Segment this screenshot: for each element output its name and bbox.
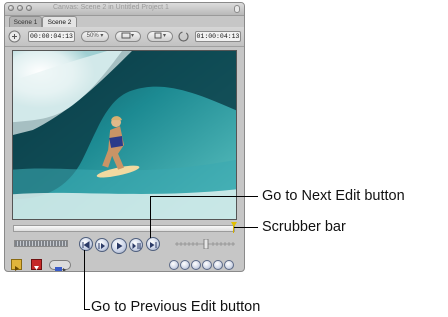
view-popup[interactable] [115, 31, 141, 42]
zoom-value: 50% [86, 33, 99, 39]
view-format-popup-icon [154, 32, 166, 39]
next-edit-leader-horizontal [150, 196, 258, 197]
play-around-current-frame-button[interactable] [129, 238, 143, 252]
shuttle-control[interactable] [14, 240, 68, 247]
previous-edit-leader-vertical [84, 250, 85, 310]
overwrite-button[interactable] [31, 259, 42, 270]
jog-control[interactable] [175, 239, 235, 249]
close-button[interactable] [8, 5, 14, 11]
previous-edit-callout: Go to Previous Edit button [91, 299, 261, 315]
play-button[interactable] [111, 238, 127, 254]
duration-timecode-field[interactable]: 01:00:04:13 [195, 31, 241, 42]
add-keyframe-button[interactable] [180, 260, 190, 270]
view-format-popup[interactable] [147, 31, 173, 42]
toolbar: 00:00:04:13 50% ▾ 01:00:04:13 [5, 27, 244, 47]
replace-icon [55, 267, 66, 271]
tab-label: Scene 1 [13, 19, 38, 26]
scrubber-callout: Scrubber bar [262, 219, 346, 235]
mark-out-button[interactable] [202, 260, 212, 270]
canvas-window: Canvas: Scene 2 in Untitled Project 1 Sc… [4, 2, 245, 272]
title-bar[interactable]: Canvas: Scene 2 in Untitled Project 1 [5, 3, 244, 16]
next-edit-leader-vertical [150, 196, 151, 238]
replace-button[interactable] [49, 260, 71, 271]
add-marker-button[interactable] [169, 260, 179, 270]
tab-scene-2[interactable]: Scene 2 [42, 16, 77, 27]
play-in-to-out-button[interactable] [95, 238, 109, 252]
loop-icon[interactable] [177, 30, 190, 43]
next-edit-icon [150, 242, 157, 248]
window-title: Canvas: Scene 2 in Untitled Project 1 [53, 4, 169, 11]
overwrite-icon [34, 266, 39, 270]
tab-scene-1[interactable]: Scene 1 [9, 16, 42, 27]
video-frame [12, 50, 237, 220]
playhead-sync-icon[interactable] [8, 30, 21, 43]
insert-icon [15, 266, 19, 271]
mark-in-button[interactable] [191, 260, 201, 270]
play-around-icon [132, 243, 141, 249]
next-edit-callout: Go to Next Edit button [262, 188, 405, 204]
overlay-popup-icon [121, 32, 134, 39]
previous-edit-icon [82, 241, 90, 249]
current-timecode-field[interactable]: 00:00:04:13 [28, 31, 75, 42]
play-icon [117, 242, 123, 250]
go-to-previous-edit-button[interactable] [79, 237, 93, 251]
play-in-to-out-icon [98, 243, 105, 249]
toolbar-toggle-button[interactable] [234, 5, 240, 13]
zoom-button[interactable] [26, 5, 32, 11]
match-frame-button[interactable] [224, 260, 234, 270]
insert-button[interactable] [11, 259, 22, 271]
previous-edit-leader-horizontal [84, 309, 90, 310]
zoom-popup[interactable]: 50% ▾ [81, 31, 109, 42]
scrubber-bar[interactable] [13, 225, 235, 232]
mark-clip-button[interactable] [213, 260, 223, 270]
tab-label: Scene 2 [47, 19, 72, 26]
minimize-button[interactable] [17, 5, 23, 11]
scrubber-leader [234, 227, 258, 228]
go-to-next-edit-button[interactable] [146, 237, 160, 251]
